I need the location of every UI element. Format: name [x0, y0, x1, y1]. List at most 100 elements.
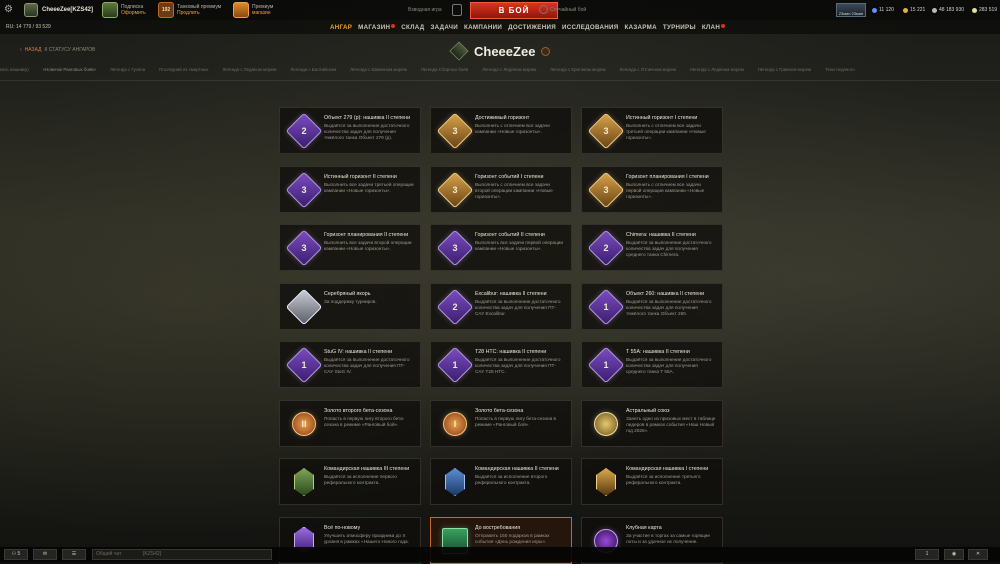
- category-tab[interactable]: Легенда с Каменном морем: [350, 67, 407, 72]
- premium-shop-button[interactable]: Премиум магазин: [233, 2, 273, 18]
- astral-seal-icon: [589, 407, 623, 441]
- badge-title: Истинный горизонт I степени: [626, 115, 698, 121]
- category-tab[interactable]: Легенда Сборных боёв: [421, 67, 468, 72]
- subscription-button[interactable]: Подписка Оформить: [102, 2, 146, 18]
- badge-card[interactable]: 2 Chimera: нашивка II степени Выдаётся за …: [581, 224, 723, 271]
- nav-achievements[interactable]: ДОСТИЖЕНИЯ: [508, 24, 556, 31]
- clan-emblem-icon[interactable]: [541, 46, 551, 56]
- nav-barracks[interactable]: КАЗАРМА: [625, 24, 657, 31]
- badge-card[interactable]: Серебряный якорь За поддержку турниров.: [279, 282, 421, 330]
- badge-description: Выполнить все задачи третьей операции ка…: [324, 181, 414, 193]
- purple-rank-3-icon: 3: [285, 171, 323, 208]
- contacts-button[interactable]: ✉: [33, 549, 57, 560]
- free-xp-counter: 11 120: [872, 7, 894, 13]
- badge-card[interactable]: I Золото бета-сезона Попасть в первую лигу…: [430, 399, 572, 447]
- chat-input[interactable]: Общий чат [KZS42]: [92, 549, 272, 560]
- nav-depot[interactable]: СКЛАД: [401, 24, 424, 31]
- badge-card[interactable]: Командирская нашивка III степени Выдаётся…: [279, 458, 421, 505]
- back-label: НАЗАД: [24, 47, 42, 53]
- category-tab[interactable]: кать нашивку): [0, 67, 29, 72]
- category-tab[interactable]: Легенда с Ледяном морем: [482, 67, 536, 72]
- player-info[interactable]: CheeeZee[KZS42]: [24, 3, 93, 17]
- badge-rank-number: 3: [603, 126, 609, 136]
- badge-rank-number: [589, 465, 623, 499]
- nav-clan-label: КЛАН: [701, 24, 721, 31]
- badge-card[interactable]: 1 Объект 260: нашивка II степени Выдаётся …: [581, 282, 723, 330]
- badge-card[interactable]: 2 Объект 279 (р): нашивка II степени Выдаё…: [279, 107, 421, 154]
- badge-card[interactable]: 3 Горизонт планирования II степени Выполни…: [279, 224, 421, 271]
- category-tab[interactable]: Легенда с Кратовом морем: [550, 67, 605, 72]
- badge-rank-number: 3: [301, 243, 307, 253]
- category-tab[interactable]: Легенда с Балтийском: [290, 67, 336, 72]
- premium-shop-action: магазин: [252, 10, 271, 16]
- badge-rank-number: 2: [452, 301, 458, 312]
- badge-description: Попасть в первую лигу бета-сезона в режи…: [475, 415, 557, 427]
- notifications-button[interactable]: 1: [915, 549, 939, 560]
- badge-title: Командирская нашивка I степени: [626, 466, 709, 472]
- badge-card[interactable]: 3 Истинный горизонт II степени Выполнить в…: [279, 165, 421, 213]
- badge-description: Выполнить с отличием все задачи второй о…: [475, 181, 553, 199]
- category-tab[interactable]: Последний из смертных: [159, 67, 208, 72]
- category-tab[interactable]: Легенда с Гривном морем: [758, 67, 811, 72]
- purple-rank-1-icon: 1: [436, 346, 474, 384]
- nav-research[interactable]: ИССЛЕДОВАНИЯ: [562, 24, 619, 31]
- nav-missions[interactable]: ЗАДАЧИ: [430, 24, 458, 31]
- player-rank-badge-icon: [24, 3, 38, 17]
- view-toggle-button[interactable]: ◉: [944, 549, 964, 560]
- category-tab[interactable]: Легенда с Гусёна: [110, 67, 145, 72]
- commander-blue-icon: [438, 465, 472, 499]
- credits-icon: [932, 7, 937, 13]
- nav-tournaments[interactable]: ТУРНИРЫ: [663, 24, 696, 31]
- online-players-button[interactable]: ⚇ 5: [4, 549, 28, 560]
- badge-card[interactable]: Командирская нашивка II степени Выдаётся …: [430, 458, 572, 505]
- badge-title: Объект 260: нашивка II степени: [626, 290, 705, 297]
- battle-mode-icon[interactable]: [539, 5, 548, 14]
- back-button[interactable]: ‹ НАЗАД К СТАТУСУ АНГАРОВ: [20, 47, 95, 53]
- badge-card[interactable]: Командирская нашивка I степени Выдаётся з…: [581, 458, 723, 505]
- badge-description: Выполнить с отличием все задачи кампании…: [475, 123, 550, 135]
- badge-description: Выдаётся за исполнение первого реферальн…: [324, 474, 397, 486]
- badge-card[interactable]: Астральный союз Занять одно из призовых м…: [581, 399, 723, 447]
- badge-card[interactable]: 3 Горизонт событий I степени Выполнить с о…: [430, 165, 572, 213]
- badge-card[interactable]: 1 StuG IV: нашивка II степени Выдаётся за …: [279, 341, 421, 388]
- badge-card[interactable]: 3 Истинный горизонт I степени Выполнить с …: [581, 107, 723, 154]
- badge-rank-number: 1: [603, 360, 609, 370]
- badge-title: Золото бета-сезона: [475, 407, 524, 414]
- badge-card[interactable]: 1 T28 HTC: нашивка II степени Выдаётся за …: [430, 341, 572, 388]
- nav-campaigns[interactable]: КАМПАНИИ: [464, 24, 502, 31]
- platoon-icon[interactable]: [452, 4, 462, 16]
- tank-premium-button[interactable]: 192 Танковый премиум Продлить: [158, 2, 221, 18]
- platoon-mode-label[interactable]: Взводная игра: [408, 7, 442, 13]
- notifications-count: 1: [925, 551, 929, 557]
- badge-description: Выдаётся за выполнение достаточного коли…: [324, 357, 410, 375]
- category-tab[interactable]: Легенда с Ледяном морем: [690, 67, 744, 72]
- category-tab[interactable]: «Новичок Ранговых боёв»: [43, 67, 96, 72]
- exit-button[interactable]: ✕: [968, 549, 988, 560]
- badge-card[interactable]: 3 Горизонт планирования I степени Выполнит…: [581, 165, 723, 213]
- category-tab[interactable]: Легенда с Отличном морем: [619, 67, 675, 72]
- badge-card[interactable]: II Золото второго бета-сезона Попасть в пе…: [279, 399, 421, 447]
- selected-tank-badge[interactable]: 23мин 23мин: [836, 3, 866, 17]
- category-tab[interactable]: Тени ледяного: [825, 67, 855, 72]
- badge-title: До востребования: [475, 524, 521, 531]
- gold-value: 15 221: [910, 7, 926, 13]
- chat-placeholder: Общий чат: [96, 551, 122, 557]
- tabs-divider: [0, 80, 1000, 81]
- badge-card[interactable]: 1 T 55A: нашивка II степени Выдаётся за вы…: [581, 341, 723, 388]
- battle-mode-label[interactable]: Случайный бой: [550, 7, 586, 13]
- gold-rank-3-icon: 3: [436, 112, 474, 150]
- badge-card[interactable]: 3 Достижимый горизонт Выполнить с отличием…: [430, 107, 572, 154]
- badge-title: Золото второго бета-сезона: [324, 407, 393, 414]
- settings-gear-icon[interactable]: ⚙: [4, 4, 15, 15]
- back-sublabel: К СТАТУСУ АНГАРОВ: [44, 47, 96, 53]
- badge-description: Выдаётся за выполнение достаточного коли…: [626, 298, 712, 316]
- category-tab[interactable]: Легенда с Ледяном морем: [222, 67, 276, 72]
- nav-hangar[interactable]: АНГАР: [330, 24, 352, 31]
- nav-clan[interactable]: КЛАН: [701, 24, 726, 31]
- badge-card[interactable]: 2 Excalibur: нашивка II степени Выдаётся з…: [430, 282, 572, 330]
- badge-title: T28 HTC: нашивка II степени: [475, 349, 547, 355]
- chat-toggle-button[interactable]: ☰: [62, 549, 86, 560]
- nav-shop[interactable]: МАГАЗИН: [358, 24, 396, 31]
- badge-description: Занять одно из призовых мест в таблице л…: [626, 415, 716, 433]
- badge-card[interactable]: 3 Горизонт событий II степени Выполнить вс…: [430, 224, 572, 271]
